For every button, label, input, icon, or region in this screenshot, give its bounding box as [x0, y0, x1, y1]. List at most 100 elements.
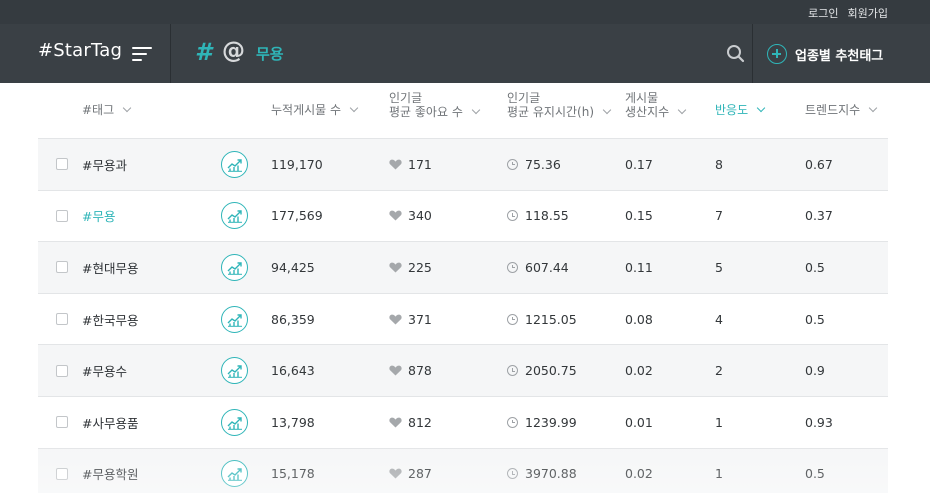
at-icon[interactable]: @: [222, 38, 245, 64]
search-icon[interactable]: [724, 42, 748, 66]
heart-icon: [389, 206, 402, 225]
chevron-down-icon: [471, 105, 481, 115]
tag-link[interactable]: #사무용품: [82, 413, 138, 432]
table-row: #사무용품 13,798 812 1239.99 0.01 1 0.93: [38, 395, 888, 448]
col-production[interactable]: 게시물 생산지수: [625, 91, 687, 119]
tag-link[interactable]: #무용학원: [82, 464, 138, 483]
table-row: #무용 177,569 340 118.55 0.15 7 0.37: [38, 189, 888, 242]
trend-chart-icon[interactable]: [221, 253, 248, 281]
heart-icon: [389, 413, 402, 432]
clock-icon: [507, 416, 518, 428]
col-total-posts-label: 누적게시물 수: [271, 103, 342, 117]
tag-link[interactable]: #한국무용: [82, 310, 138, 329]
heart-icon: [389, 310, 402, 329]
response-value: 8: [715, 156, 723, 172]
row-checkbox[interactable]: [56, 467, 68, 480]
total-posts-value: 94,425: [271, 259, 315, 275]
table-row: #무용과 119,170 171 75.36 0.17 8 0.67: [38, 138, 888, 190]
col-avg-time[interactable]: 인기글 평균 유지시간(h): [507, 91, 612, 119]
heart-icon: [389, 155, 402, 174]
row-checkbox[interactable]: [56, 364, 68, 377]
header-divider-right: [752, 24, 753, 83]
trend-chart-icon[interactable]: [221, 460, 248, 488]
col-avg-time-label-1: 인기글: [507, 91, 541, 105]
chevron-down-icon: [122, 103, 132, 113]
response-value: 4: [715, 311, 723, 327]
logo[interactable]: #StarTag: [38, 40, 122, 61]
trend-value: 0.93: [805, 414, 833, 430]
col-avg-likes[interactable]: 인기글 평균 좋아요 수: [389, 91, 481, 119]
plus-circle-icon: [767, 44, 787, 64]
table-row: #현대무용 94,425 225 607.44 0.11 5 0.5: [38, 241, 888, 293]
menu-icon[interactable]: [132, 45, 152, 62]
col-total-posts[interactable]: 누적게시물 수: [271, 103, 359, 117]
col-response[interactable]: 반응도: [715, 103, 766, 117]
production-value: 0.15: [625, 208, 653, 224]
clock-icon: [507, 261, 518, 273]
col-avg-likes-label-1: 인기글: [389, 91, 423, 105]
top-links: 로그인 회원가입: [808, 5, 888, 21]
recommend-tags-label: 업종별 추천태그: [795, 48, 884, 64]
table-row: #한국무용 86,359 371 1215.05 0.08 4 0.5: [38, 292, 888, 345]
avg-likes-value: 171: [408, 156, 432, 172]
avg-likes-value: 225: [408, 259, 432, 275]
row-checkbox[interactable]: [56, 261, 68, 274]
col-production-label-1: 게시물: [625, 91, 659, 105]
chevron-down-icon: [602, 105, 612, 115]
signup-link[interactable]: 회원가입: [848, 5, 888, 21]
header-divider: [170, 24, 171, 83]
avg-likes-value: 287: [408, 466, 432, 482]
row-checkbox[interactable]: [56, 416, 68, 429]
trend-value: 0.5: [805, 311, 825, 327]
total-posts-value: 86,359: [271, 311, 315, 327]
trend-chart-icon[interactable]: [221, 408, 248, 436]
tag-link[interactable]: #무용수: [82, 361, 127, 380]
trend-value: 0.67: [805, 156, 833, 172]
tag-link[interactable]: #무용과: [82, 155, 127, 174]
avg-likes-value: 878: [408, 363, 432, 379]
clock-icon: [507, 365, 518, 377]
trend-value: 0.9: [805, 363, 825, 379]
heart-icon: [389, 258, 402, 277]
col-trend-label: 트렌드지수: [805, 103, 861, 117]
main-header: #StarTag # @ 무용 업종별 추천태그: [0, 24, 930, 83]
response-value: 2: [715, 363, 723, 379]
avg-time-value: 2050.75: [525, 363, 577, 379]
table-header: #태그 누적게시물 수 인기글 평균 좋아요 수 인기글 평균 유지시간(h) 게시…: [38, 83, 888, 138]
clock-icon: [507, 210, 518, 222]
trend-chart-icon[interactable]: [221, 305, 248, 333]
avg-time-value: 1215.05: [525, 311, 577, 327]
avg-time-value: 75.36: [525, 156, 561, 172]
col-avg-likes-label-2: 평균 좋아요 수: [389, 105, 463, 119]
row-checkbox[interactable]: [56, 209, 68, 222]
response-value: 1: [715, 414, 723, 430]
clock-icon: [507, 313, 518, 325]
tag-table: #무용과 119,170 171 75.36 0.17 8 0.67 #무용 177,569 34…: [38, 138, 888, 493]
production-value: 0.02: [625, 466, 653, 482]
trend-chart-icon[interactable]: [221, 150, 248, 178]
row-checkbox[interactable]: [56, 313, 68, 326]
col-tag[interactable]: #태그: [82, 103, 132, 117]
trend-chart-icon[interactable]: [221, 357, 248, 385]
recommend-tags-button[interactable]: 업종별 추천태그: [767, 42, 883, 66]
col-trend[interactable]: 트렌드지수: [805, 103, 878, 117]
trend-chart-icon[interactable]: [221, 202, 248, 230]
login-link[interactable]: 로그인: [808, 5, 838, 21]
heart-icon: [389, 464, 402, 483]
response-value: 5: [715, 259, 723, 275]
heart-icon: [389, 361, 402, 380]
chevron-down-icon: [349, 103, 359, 113]
tag-link[interactable]: #현대무용: [82, 258, 138, 277]
hashtag-icon[interactable]: #: [195, 38, 212, 66]
total-posts-value: 13,798: [271, 414, 315, 430]
avg-time-value: 1239.99: [525, 414, 577, 430]
response-value: 1: [715, 466, 723, 482]
production-value: 0.11: [625, 259, 653, 275]
row-checkbox[interactable]: [56, 158, 68, 171]
tag-link[interactable]: #무용: [82, 206, 115, 225]
chevron-down-icon: [677, 105, 687, 115]
search-keyword[interactable]: 무용: [256, 43, 284, 64]
total-posts-value: 177,569: [271, 208, 323, 224]
avg-likes-value: 812: [408, 414, 432, 430]
avg-time-value: 118.55: [525, 208, 569, 224]
